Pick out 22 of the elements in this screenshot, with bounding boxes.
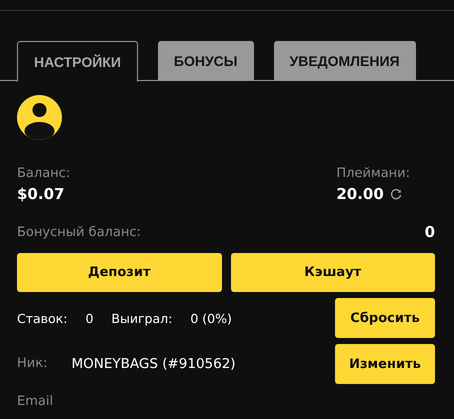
won-value: 0 (0%) <box>190 310 232 326</box>
bets-label: Ставок: <box>17 310 68 326</box>
tab[interactable]: НАСТРОЙКИ <box>17 41 138 82</box>
balance-label: Баланс: <box>17 166 70 181</box>
refresh-icon[interactable] <box>390 188 402 200</box>
action-button[interactable]: Депозит <box>17 253 222 292</box>
playmoney-label: Плеймани: <box>336 166 410 181</box>
tab[interactable]: БОНУСЫ <box>158 41 254 81</box>
playmoney-value: 20.00 <box>336 185 384 203</box>
won-label: Выиграл: <box>111 310 172 326</box>
bets-value: 0 <box>85 310 94 326</box>
action-button[interactable]: Кэшаут <box>230 253 435 292</box>
nick-label: Ник: <box>17 356 48 372</box>
bonus-balance-label: Бонусный баланс: <box>17 224 141 240</box>
change-button[interactable]: Изменить <box>335 344 435 384</box>
balance-value: $0.07 <box>17 185 66 203</box>
bonus-balance-value: 0 <box>424 223 435 241</box>
tab[interactable]: УВЕДОМЛЕНИЯ <box>274 41 416 81</box>
avatar-icon <box>17 95 62 140</box>
nick-value: MONEYBAGS (#910562) <box>71 356 236 372</box>
email-label: Email <box>17 394 54 409</box>
reset-button[interactable]: Сбросить <box>335 298 435 338</box>
